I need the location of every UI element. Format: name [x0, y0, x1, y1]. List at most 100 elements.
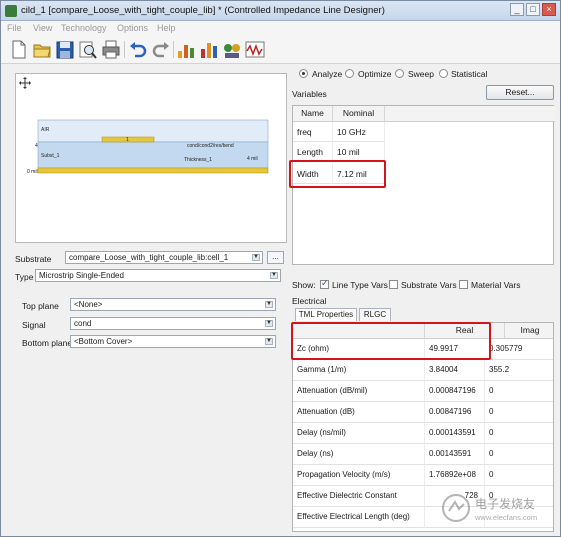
substrate-browse-button[interactable]: ...: [267, 251, 284, 264]
nominal-header: Nominal: [333, 106, 385, 122]
property-name: Delay (ns/mil): [293, 423, 425, 444]
highlight-width: [289, 160, 386, 188]
imag-header: Imag: [505, 323, 553, 339]
property-imag: 0.305779: [485, 339, 553, 360]
var-name-cell: freq: [293, 122, 333, 142]
tab-rlgc[interactable]: RLGC: [359, 308, 391, 321]
undo-icon[interactable]: [128, 39, 148, 60]
bar-chart-color-icon[interactable]: [199, 39, 219, 60]
property-name: Propagation Velocity (m/s): [293, 465, 425, 486]
property-name: Effective Dielectric Constant: [293, 486, 425, 507]
maximize-button[interactable]: □: [526, 3, 540, 16]
property-imag: 0: [485, 465, 553, 486]
property-name: Attenuation (dB/mil): [293, 381, 425, 402]
property-imag: 0: [485, 402, 553, 423]
top-plane-label: Top plane: [22, 301, 59, 311]
material-vars-label: Material Vars: [471, 280, 521, 290]
redo-icon[interactable]: [151, 39, 171, 60]
line-type-vars-checkbox[interactable]: [320, 278, 329, 289]
zoom-icon[interactable]: [78, 39, 98, 60]
toolbar: [1, 36, 560, 64]
zero-value: 0 mil: [27, 169, 38, 175]
menu-help[interactable]: Help: [157, 23, 176, 33]
close-button[interactable]: ×: [542, 3, 556, 16]
chevron-down-icon: ▼: [270, 272, 278, 279]
material-vars-checkbox[interactable]: [459, 280, 468, 289]
var-value-cell[interactable]: 10 GHz: [333, 122, 385, 142]
variables-label: Variables: [292, 89, 327, 99]
stackup-preview: AIR 1 cond/cond2/res/bend 4 Subst_1 Thic…: [15, 73, 287, 243]
analyze-label: Analyze: [312, 69, 343, 79]
new-icon[interactable]: [9, 39, 29, 60]
watermark: 电子发烧友 www.elecfans.com: [441, 489, 556, 529]
reset-button[interactable]: Reset...: [486, 85, 554, 100]
open-icon[interactable]: [32, 39, 52, 60]
thickness-value: 4 mil: [247, 156, 258, 162]
subst-label: Subst_1: [41, 153, 60, 159]
toolbar-separator: [124, 41, 125, 58]
window-title: cild_1 [compare_Loose_with_tight_couple_…: [21, 5, 385, 16]
property-real: 1.76892e+08: [425, 465, 485, 486]
thickness-label: Thickness_1: [184, 157, 213, 163]
signal-value: cond: [74, 319, 92, 328]
toolbar-separator: [173, 41, 174, 58]
var-name-cell: Length: [293, 142, 333, 162]
substrate-select[interactable]: compare_Loose_with_tight_couple_lib:cell…: [65, 251, 263, 264]
sweep-label: Sweep: [408, 69, 434, 79]
watermark-title: 电子发烧友: [475, 497, 536, 511]
top-plane-value: <None>: [74, 300, 103, 309]
air-label: AIR: [41, 127, 50, 133]
statistical-label: Statistical: [451, 69, 488, 79]
conductor-label: cond/cond2/res/bend: [187, 143, 234, 149]
sweep-radio[interactable]: [395, 69, 404, 78]
substrate-vars-checkbox[interactable]: [389, 280, 398, 289]
title-bar: cild_1 [compare_Loose_with_tight_couple_…: [1, 1, 560, 21]
waveform-icon[interactable]: [245, 39, 265, 60]
electrical-label: Electrical: [292, 296, 327, 306]
menu-view[interactable]: View: [33, 23, 52, 33]
show-label: Show:: [292, 280, 316, 290]
bar-chart-icon[interactable]: [176, 39, 196, 60]
property-imag: 0: [485, 444, 553, 465]
substrate-label: Substrate: [15, 254, 52, 264]
property-name: Effective Electrical Length (deg): [293, 507, 425, 528]
bottom-plane-value: <Bottom Cover>: [74, 337, 133, 346]
app-icon: [5, 5, 17, 17]
chevron-down-icon: ▼: [265, 301, 273, 308]
menu-bar: File View Technology Options Help: [1, 21, 560, 36]
minimize-button[interactable]: _: [510, 3, 524, 16]
chevron-down-icon: ▼: [252, 254, 260, 261]
property-name: Delay (ns): [293, 444, 425, 465]
property-name: Gamma (1/m): [293, 360, 425, 381]
top-plane-select[interactable]: <None> ▼: [70, 298, 276, 311]
property-imag: 0: [485, 381, 553, 402]
layer-top-value: 4: [35, 143, 38, 149]
substrate-vars-label: Substrate Vars: [401, 280, 457, 290]
highlight-zc: [291, 322, 491, 360]
save-icon[interactable]: [55, 39, 75, 60]
type-select[interactable]: Microstrip Single-Ended ▼: [35, 269, 281, 282]
menu-technology[interactable]: Technology: [61, 23, 107, 33]
property-imag: 355.2: [485, 360, 553, 381]
var-value-cell[interactable]: 10 mil: [333, 142, 385, 162]
optimize-radio[interactable]: [345, 69, 354, 78]
watermark-logo-icon: [442, 494, 470, 522]
menu-file[interactable]: File: [7, 23, 22, 33]
bottom-plane-select[interactable]: <Bottom Cover> ▼: [70, 335, 276, 348]
property-real: 0.00143591: [425, 444, 485, 465]
property-real: 0.000143591: [425, 423, 485, 444]
trace-label: 1: [126, 137, 129, 143]
print-icon[interactable]: [101, 39, 121, 60]
line-type-vars-label: Line Type Vars: [332, 280, 388, 290]
type-label: Type: [15, 272, 34, 282]
signal-select[interactable]: cond ▼: [70, 317, 276, 330]
app-window: cild_1 [compare_Loose_with_tight_couple_…: [0, 0, 561, 537]
component-icon[interactable]: [222, 39, 242, 60]
window-controls: _ □ ×: [510, 3, 556, 16]
tab-tml-properties[interactable]: TML Properties: [295, 308, 357, 321]
analyze-radio[interactable]: [299, 69, 308, 78]
menu-options[interactable]: Options: [117, 23, 148, 33]
type-value: Microstrip Single-Ended: [39, 271, 124, 280]
statistical-radio[interactable]: [439, 69, 448, 78]
property-imag: 0: [485, 423, 553, 444]
